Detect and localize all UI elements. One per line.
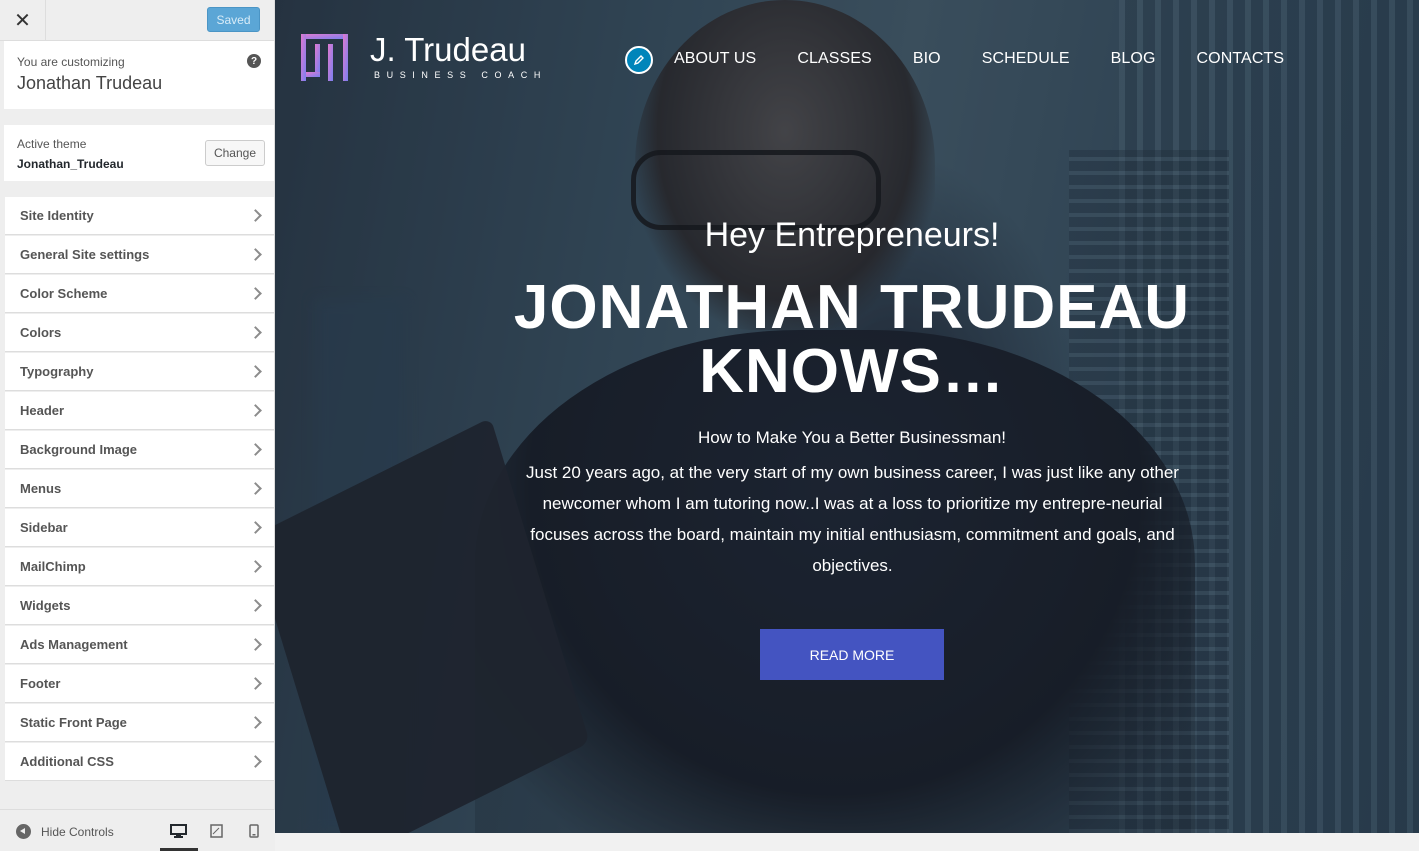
- section-static-front-page[interactable]: Static Front Page: [5, 704, 274, 742]
- section-label: Typography: [20, 364, 94, 379]
- section-site-identity[interactable]: Site Identity: [5, 197, 274, 235]
- section-sidebar[interactable]: Sidebar: [5, 509, 274, 547]
- chevron-right-icon: [249, 248, 262, 261]
- hero-title: JONATHAN TRUDEAU KNOWS…: [275, 276, 1419, 404]
- nav-about-us[interactable]: ABOUT US: [674, 50, 756, 68]
- site-name: Jonathan Trudeau: [17, 73, 163, 93]
- chevron-right-icon: [249, 404, 262, 417]
- section-label: MailChimp: [20, 559, 86, 574]
- section-label: Background Image: [20, 442, 138, 457]
- section-menus[interactable]: Menus: [5, 470, 274, 508]
- nav-blog[interactable]: BLOG: [1111, 50, 1156, 68]
- section-header[interactable]: Header: [5, 392, 274, 430]
- section-label: Colors: [20, 325, 62, 340]
- section-label: Menus: [20, 481, 62, 496]
- hero-paragraph: Just 20 years ago, at the very start of …: [526, 463, 1179, 575]
- main-navigation: ABOUT US CLASSES BIO SCHEDULE BLOG CONTA…: [625, 44, 1325, 74]
- nav-bio[interactable]: BIO: [913, 50, 941, 68]
- logo-name: J. Trudeau: [370, 31, 526, 68]
- change-theme-button[interactable]: Change: [205, 140, 265, 166]
- hero-title-line1: JONATHAN TRUDEAU: [513, 273, 1191, 342]
- customizer-header: ✕ Saved: [0, 0, 274, 41]
- section-colors[interactable]: Colors: [5, 314, 274, 352]
- chevron-right-icon: [249, 716, 262, 729]
- hide-controls-button[interactable]: Hide Controls: [16, 824, 114, 839]
- customizing-label: You are customizing: [17, 55, 125, 69]
- close-icon[interactable]: ✕: [0, 0, 46, 40]
- section-mailchimp[interactable]: MailChimp: [5, 548, 274, 586]
- section-label: Widgets: [20, 598, 71, 613]
- customizing-info: You are customizing Jonathan Trudeau ?: [4, 41, 274, 109]
- section-label: Site Identity: [20, 208, 94, 223]
- section-ads-management[interactable]: Ads Management: [5, 626, 274, 664]
- site-preview: J. Trudeau BUSINESS COACH ABOUT US CLASS…: [275, 0, 1419, 833]
- section-widgets[interactable]: Widgets: [5, 587, 274, 625]
- saved-button[interactable]: Saved: [207, 7, 260, 32]
- hero-subtitle: How to Make You a Better Businessman!: [697, 428, 1007, 447]
- nav-schedule[interactable]: SCHEDULE: [982, 50, 1070, 68]
- chevron-right-icon: [249, 482, 262, 495]
- nav-classes[interactable]: CLASSES: [797, 50, 872, 68]
- section-label: Color Scheme: [20, 286, 108, 301]
- section-background-image[interactable]: Background Image: [5, 431, 274, 469]
- chevron-right-icon: [249, 560, 262, 573]
- help-icon[interactable]: ?: [247, 54, 261, 68]
- hide-controls-label: Hide Controls: [41, 824, 114, 839]
- edit-pencil-icon[interactable]: [625, 46, 653, 74]
- preview-bottom-strip: [275, 833, 1419, 851]
- section-footer[interactable]: Footer: [5, 665, 274, 703]
- tablet-icon[interactable]: [210, 824, 223, 838]
- read-more-button[interactable]: READ MORE: [760, 629, 944, 680]
- desktop-icon[interactable]: [170, 824, 187, 838]
- section-label: General Site settings: [20, 247, 150, 262]
- section-general-site-settings[interactable]: General Site settings: [5, 236, 274, 274]
- collapse-arrow-icon: [16, 824, 31, 839]
- chevron-right-icon: [249, 365, 262, 378]
- customizer-sidebar: ✕ Saved You are customizing Jonathan Tru…: [0, 0, 275, 851]
- section-label: Ads Management: [20, 637, 128, 652]
- nav-contacts[interactable]: CONTACTS: [1197, 50, 1285, 68]
- chevron-right-icon: [249, 599, 262, 612]
- section-color-scheme[interactable]: Color Scheme: [5, 275, 274, 313]
- hero-overlay: [275, 0, 1419, 833]
- chevron-right-icon: [249, 521, 262, 534]
- chevron-right-icon: [249, 287, 262, 300]
- section-additional-css[interactable]: Additional CSS: [5, 743, 274, 781]
- customizer-footer: Hide Controls: [0, 809, 275, 851]
- section-label: Sidebar: [20, 520, 68, 535]
- site-logo[interactable]: J. Trudeau BUSINESS COACH: [301, 31, 547, 81]
- section-typography[interactable]: Typography: [5, 353, 274, 391]
- active-theme-panel: Active theme Jonathan_Trudeau Change: [4, 125, 274, 181]
- logo-subtitle: BUSINESS COACH: [374, 70, 547, 80]
- chevron-right-icon: [249, 677, 262, 690]
- chevron-right-icon: [249, 638, 262, 651]
- chevron-right-icon: [249, 755, 262, 768]
- chevron-right-icon: [249, 443, 262, 456]
- chevron-right-icon: [249, 326, 262, 339]
- section-list: Site Identity General Site settings Colo…: [5, 197, 274, 782]
- logo-mark-icon: [301, 34, 348, 81]
- section-label: Additional CSS: [20, 754, 114, 769]
- section-label: Header: [20, 403, 65, 418]
- chevron-right-icon: [249, 209, 262, 222]
- mobile-icon[interactable]: [249, 824, 259, 838]
- section-label: Footer: [20, 676, 61, 691]
- hero-greeting: Hey Entrepreneurs!: [704, 216, 1000, 254]
- hero-title-line2: KNOWS…: [699, 337, 1005, 406]
- section-label: Static Front Page: [20, 715, 127, 730]
